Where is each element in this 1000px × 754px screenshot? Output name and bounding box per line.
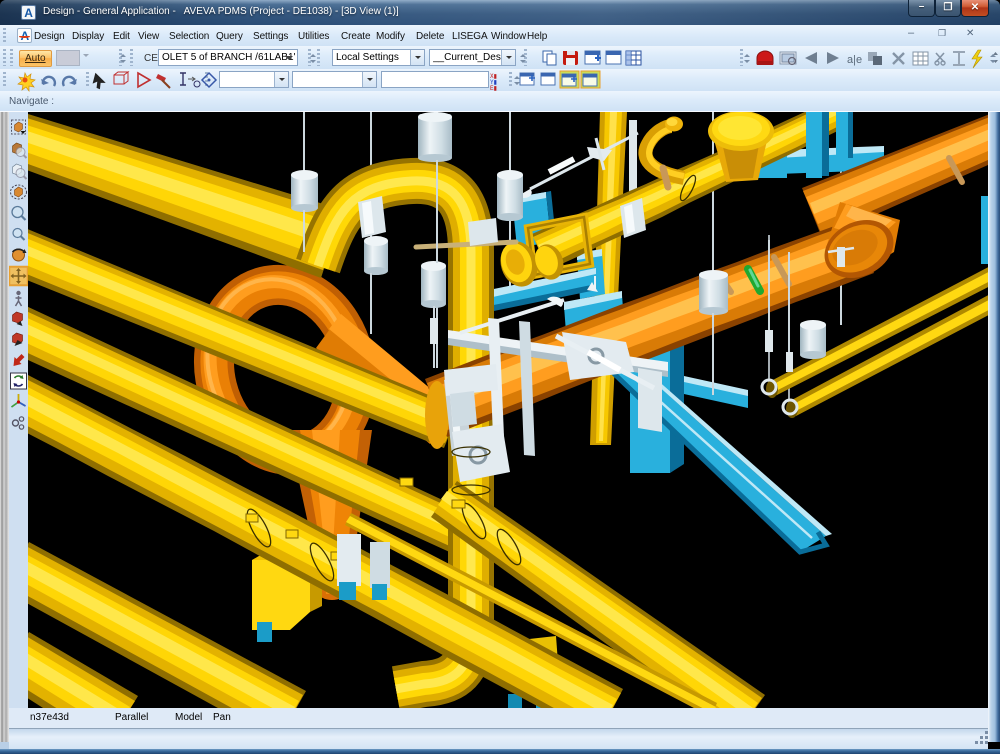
svg-text:E▮: E▮	[490, 85, 497, 92]
svg-text:a|e: a|e	[847, 54, 862, 66]
